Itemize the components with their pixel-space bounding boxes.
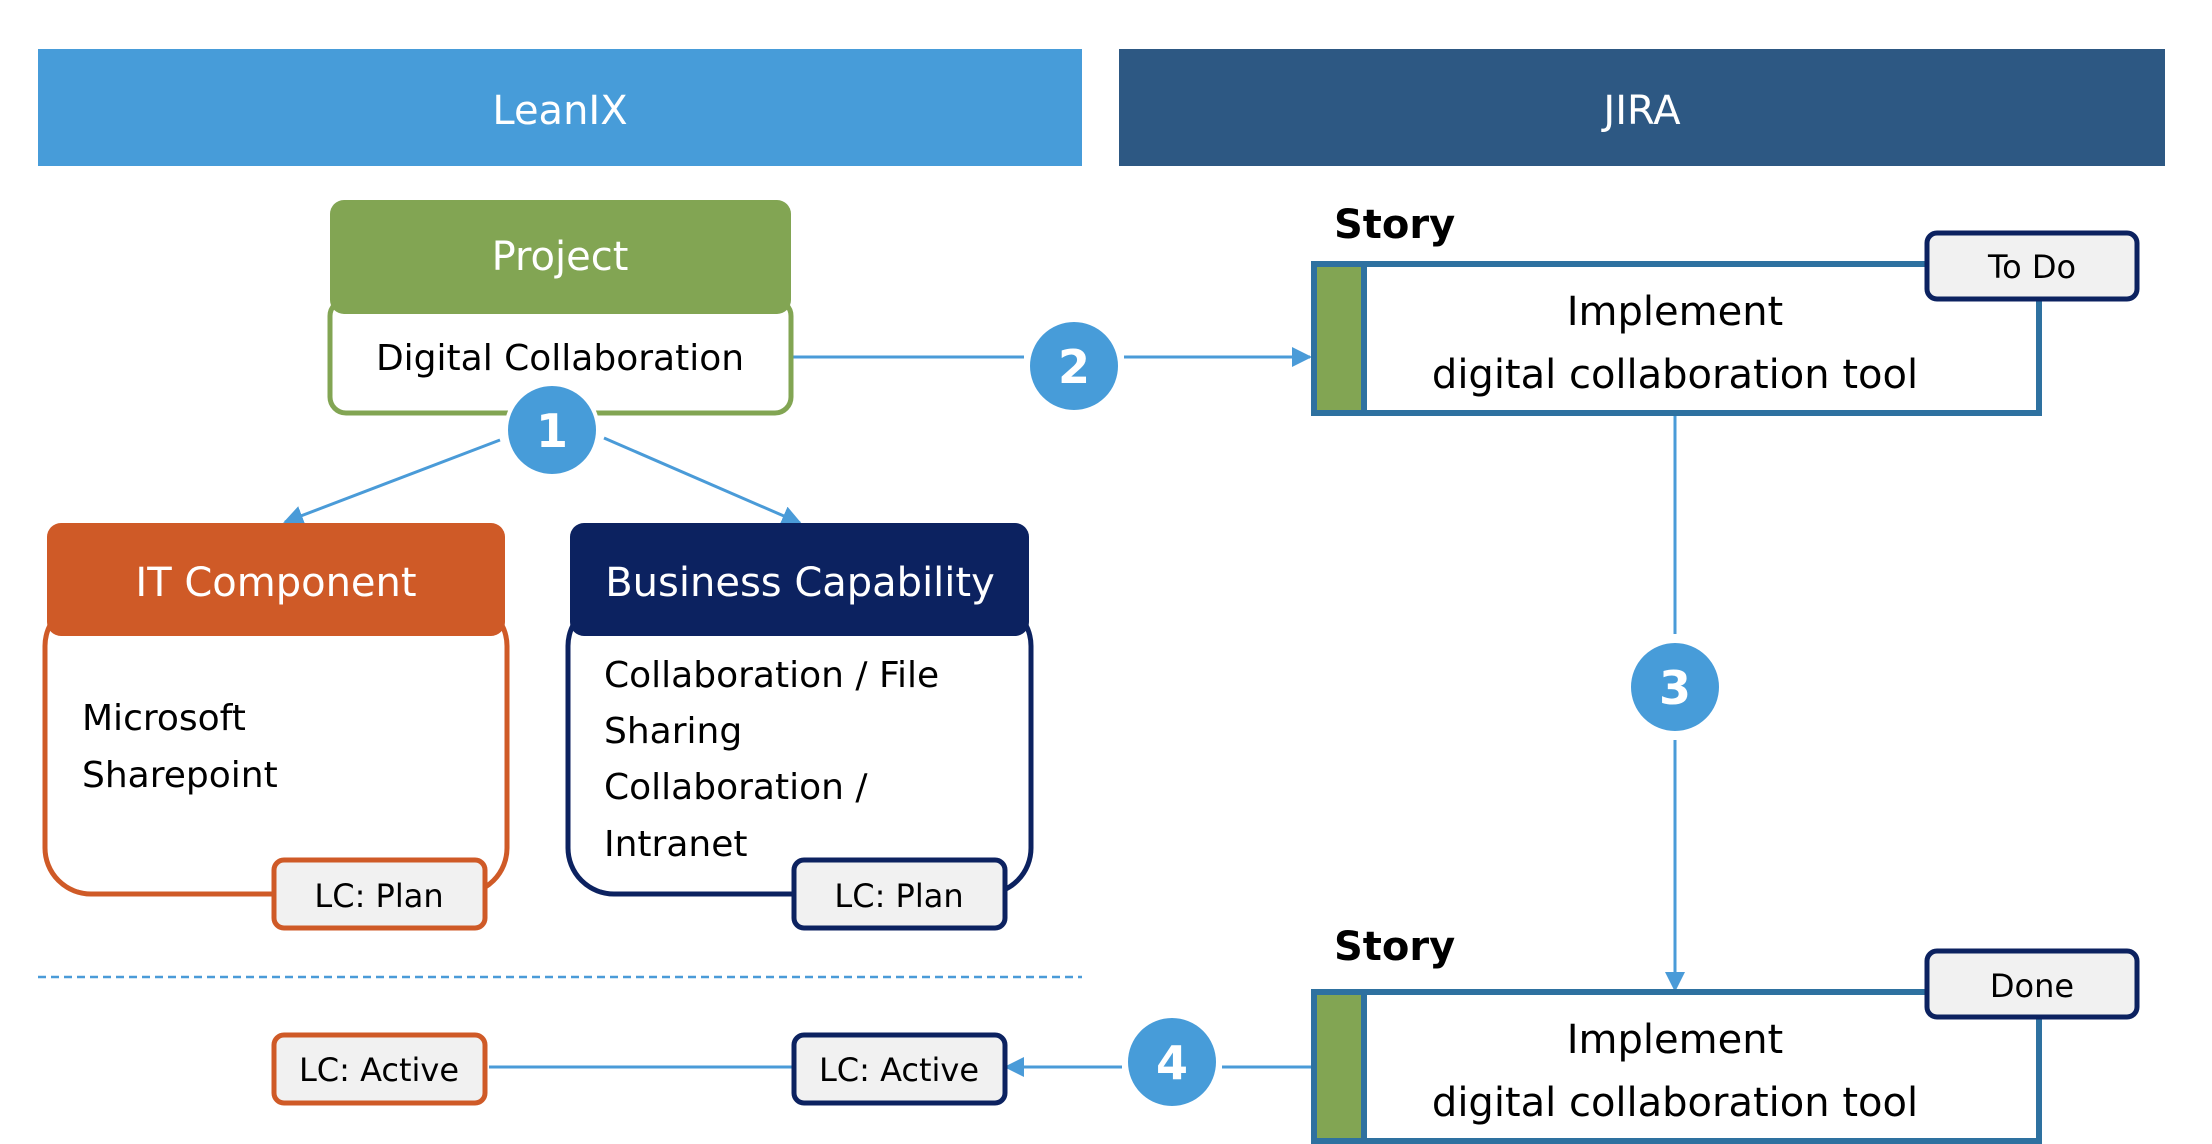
business-capability-line-4: Intranet: [604, 824, 748, 865]
step-2-badge: 2: [1026, 318, 1122, 414]
it-component-lifecycle-badge: LC: Plan: [271, 857, 488, 931]
it-component-line-2: Sharepoint: [82, 755, 278, 796]
business-capability-lifecycle: LC: Plan: [834, 877, 963, 915]
business-capability-line-2: Sharing: [604, 711, 742, 752]
jira-header-label: JIRA: [1600, 88, 1681, 134]
it-component-card[interactable]: IT Component Microsoft Sharepoint LC: Pl…: [42, 523, 510, 931]
story-card-todo[interactable]: Implement digital collaboration tool To …: [1311, 230, 2140, 416]
business-capability-lifecycle-active: LC: Active: [819, 1051, 979, 1089]
it-component-lifecycle-active-badge: LC: Active: [271, 1032, 488, 1106]
step-3-badge: 3: [1627, 639, 1723, 735]
story-todo-line-1: Implement: [1567, 289, 1783, 335]
story-label-todo: Story: [1334, 202, 1455, 248]
it-component-lifecycle-active: LC: Active: [299, 1051, 459, 1089]
business-capability-line-3: Collaboration /: [604, 767, 868, 808]
connector-project-to-business-capability: [603, 436, 802, 526]
project-name: Digital Collaboration: [376, 338, 744, 379]
step-3-number: 3: [1659, 661, 1691, 715]
it-component-title: IT Component: [135, 560, 416, 606]
project-title: Project: [492, 234, 629, 280]
business-capability-title: Business Capability: [605, 560, 995, 606]
story-card-done[interactable]: Implement digital collaboration tool Don…: [1311, 948, 2140, 1144]
story-todo-line-2: digital collaboration tool: [1432, 352, 1918, 398]
story-status-todo: To Do: [1987, 248, 2076, 286]
story-status-badge-done[interactable]: Done: [1924, 948, 2140, 1020]
story-done-line-2: digital collaboration tool: [1432, 1080, 1918, 1126]
it-component-lifecycle: LC: Plan: [314, 877, 443, 915]
business-capability-lifecycle-badge: LC: Plan: [791, 857, 1008, 931]
story-done-line-1: Implement: [1567, 1017, 1783, 1063]
business-capability-line-1: Collaboration / File: [604, 655, 939, 696]
story-label-done: Story: [1334, 924, 1455, 970]
project-card[interactable]: Project Digital Collaboration: [327, 200, 794, 416]
step-4-badge: 4: [1124, 1014, 1220, 1110]
step-4-number: 4: [1156, 1036, 1188, 1090]
story-status-badge-todo[interactable]: To Do: [1924, 230, 2140, 302]
leanix-header: LeanIX: [38, 49, 1082, 166]
business-capability-lifecycle-active-badge: LC: Active: [791, 1032, 1008, 1106]
story-epic-bar: [1317, 267, 1362, 410]
business-capability-card[interactable]: Business Capability Collaboration / File…: [565, 523, 1034, 931]
story-status-done: Done: [1990, 967, 2074, 1005]
step-1-number: 1: [536, 404, 568, 458]
story-epic-bar: [1317, 995, 1362, 1138]
step-2-number: 2: [1058, 340, 1090, 394]
connector-project-to-it-component: [283, 438, 501, 525]
integration-diagram: LeanIX JIRA Project Digital Collaboratio…: [38, 49, 2165, 1144]
step-1-badge: 1: [504, 382, 600, 478]
leanix-header-label: LeanIX: [492, 88, 627, 134]
it-component-line-1: Microsoft: [82, 698, 246, 739]
jira-header: JIRA: [1119, 49, 2165, 166]
